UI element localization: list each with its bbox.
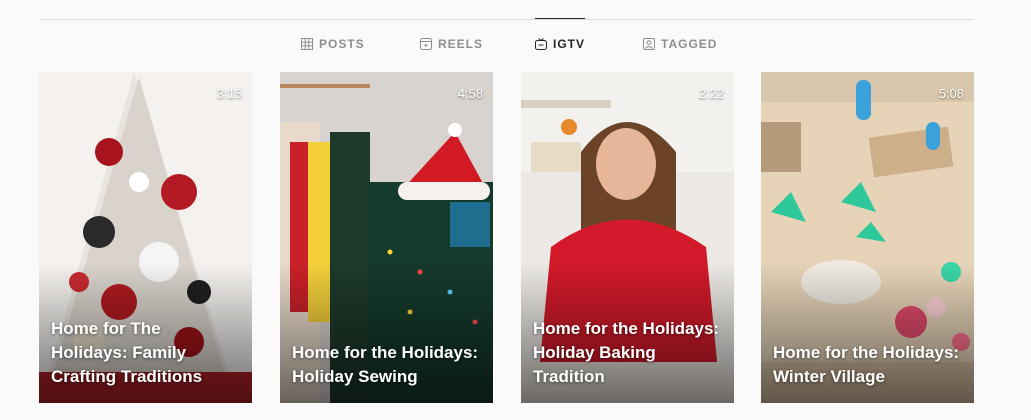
profile-page: POSTS REELS IGTV TAGGED 3:15 Home for Th… [0, 0, 1031, 420]
profile-tabs: POSTS REELS IGTV TAGGED [0, 18, 1031, 70]
video-title: Home for The Holidays: Family Crafting T… [51, 319, 203, 386]
video-duration: 4:58 [457, 86, 483, 101]
tab-igtv-label: IGTV [553, 37, 586, 51]
video-card[interactable]: 4:58 Home for the Holidays: Holiday Sewi… [280, 72, 493, 403]
tab-tagged-label: TAGGED [661, 37, 718, 51]
tab-igtv[interactable]: IGTV [535, 18, 586, 70]
video-title: Home for the Holidays: Winter Village [773, 343, 960, 386]
video-title: Home for the Holidays: Holiday Baking Tr… [533, 319, 720, 386]
video-duration: 2:22 [698, 86, 724, 101]
igtv-icon [535, 38, 547, 50]
video-duration: 5:08 [938, 86, 964, 101]
video-card[interactable]: 2:22 Home for the Holidays: Holiday Baki… [521, 72, 734, 403]
igtv-grid: 3:15 Home for The Holidays: Family Craft… [39, 72, 974, 403]
video-title: Home for the Holidays: Holiday Sewing [292, 343, 479, 386]
tab-reels[interactable]: REELS [420, 18, 483, 70]
video-duration: 3:15 [216, 86, 242, 101]
tab-reels-label: REELS [438, 37, 484, 51]
tagged-icon [643, 38, 655, 50]
video-card[interactable]: 5:08 Home for the Holidays: Winter Villa… [761, 72, 974, 403]
tab-posts-label: POSTS [319, 37, 365, 51]
video-card[interactable]: 3:15 Home for The Holidays: Family Craft… [39, 72, 252, 403]
grid-icon [301, 38, 313, 50]
reels-icon [420, 38, 432, 50]
tab-posts[interactable]: POSTS [301, 18, 365, 70]
tab-tagged[interactable]: TAGGED [643, 18, 717, 70]
